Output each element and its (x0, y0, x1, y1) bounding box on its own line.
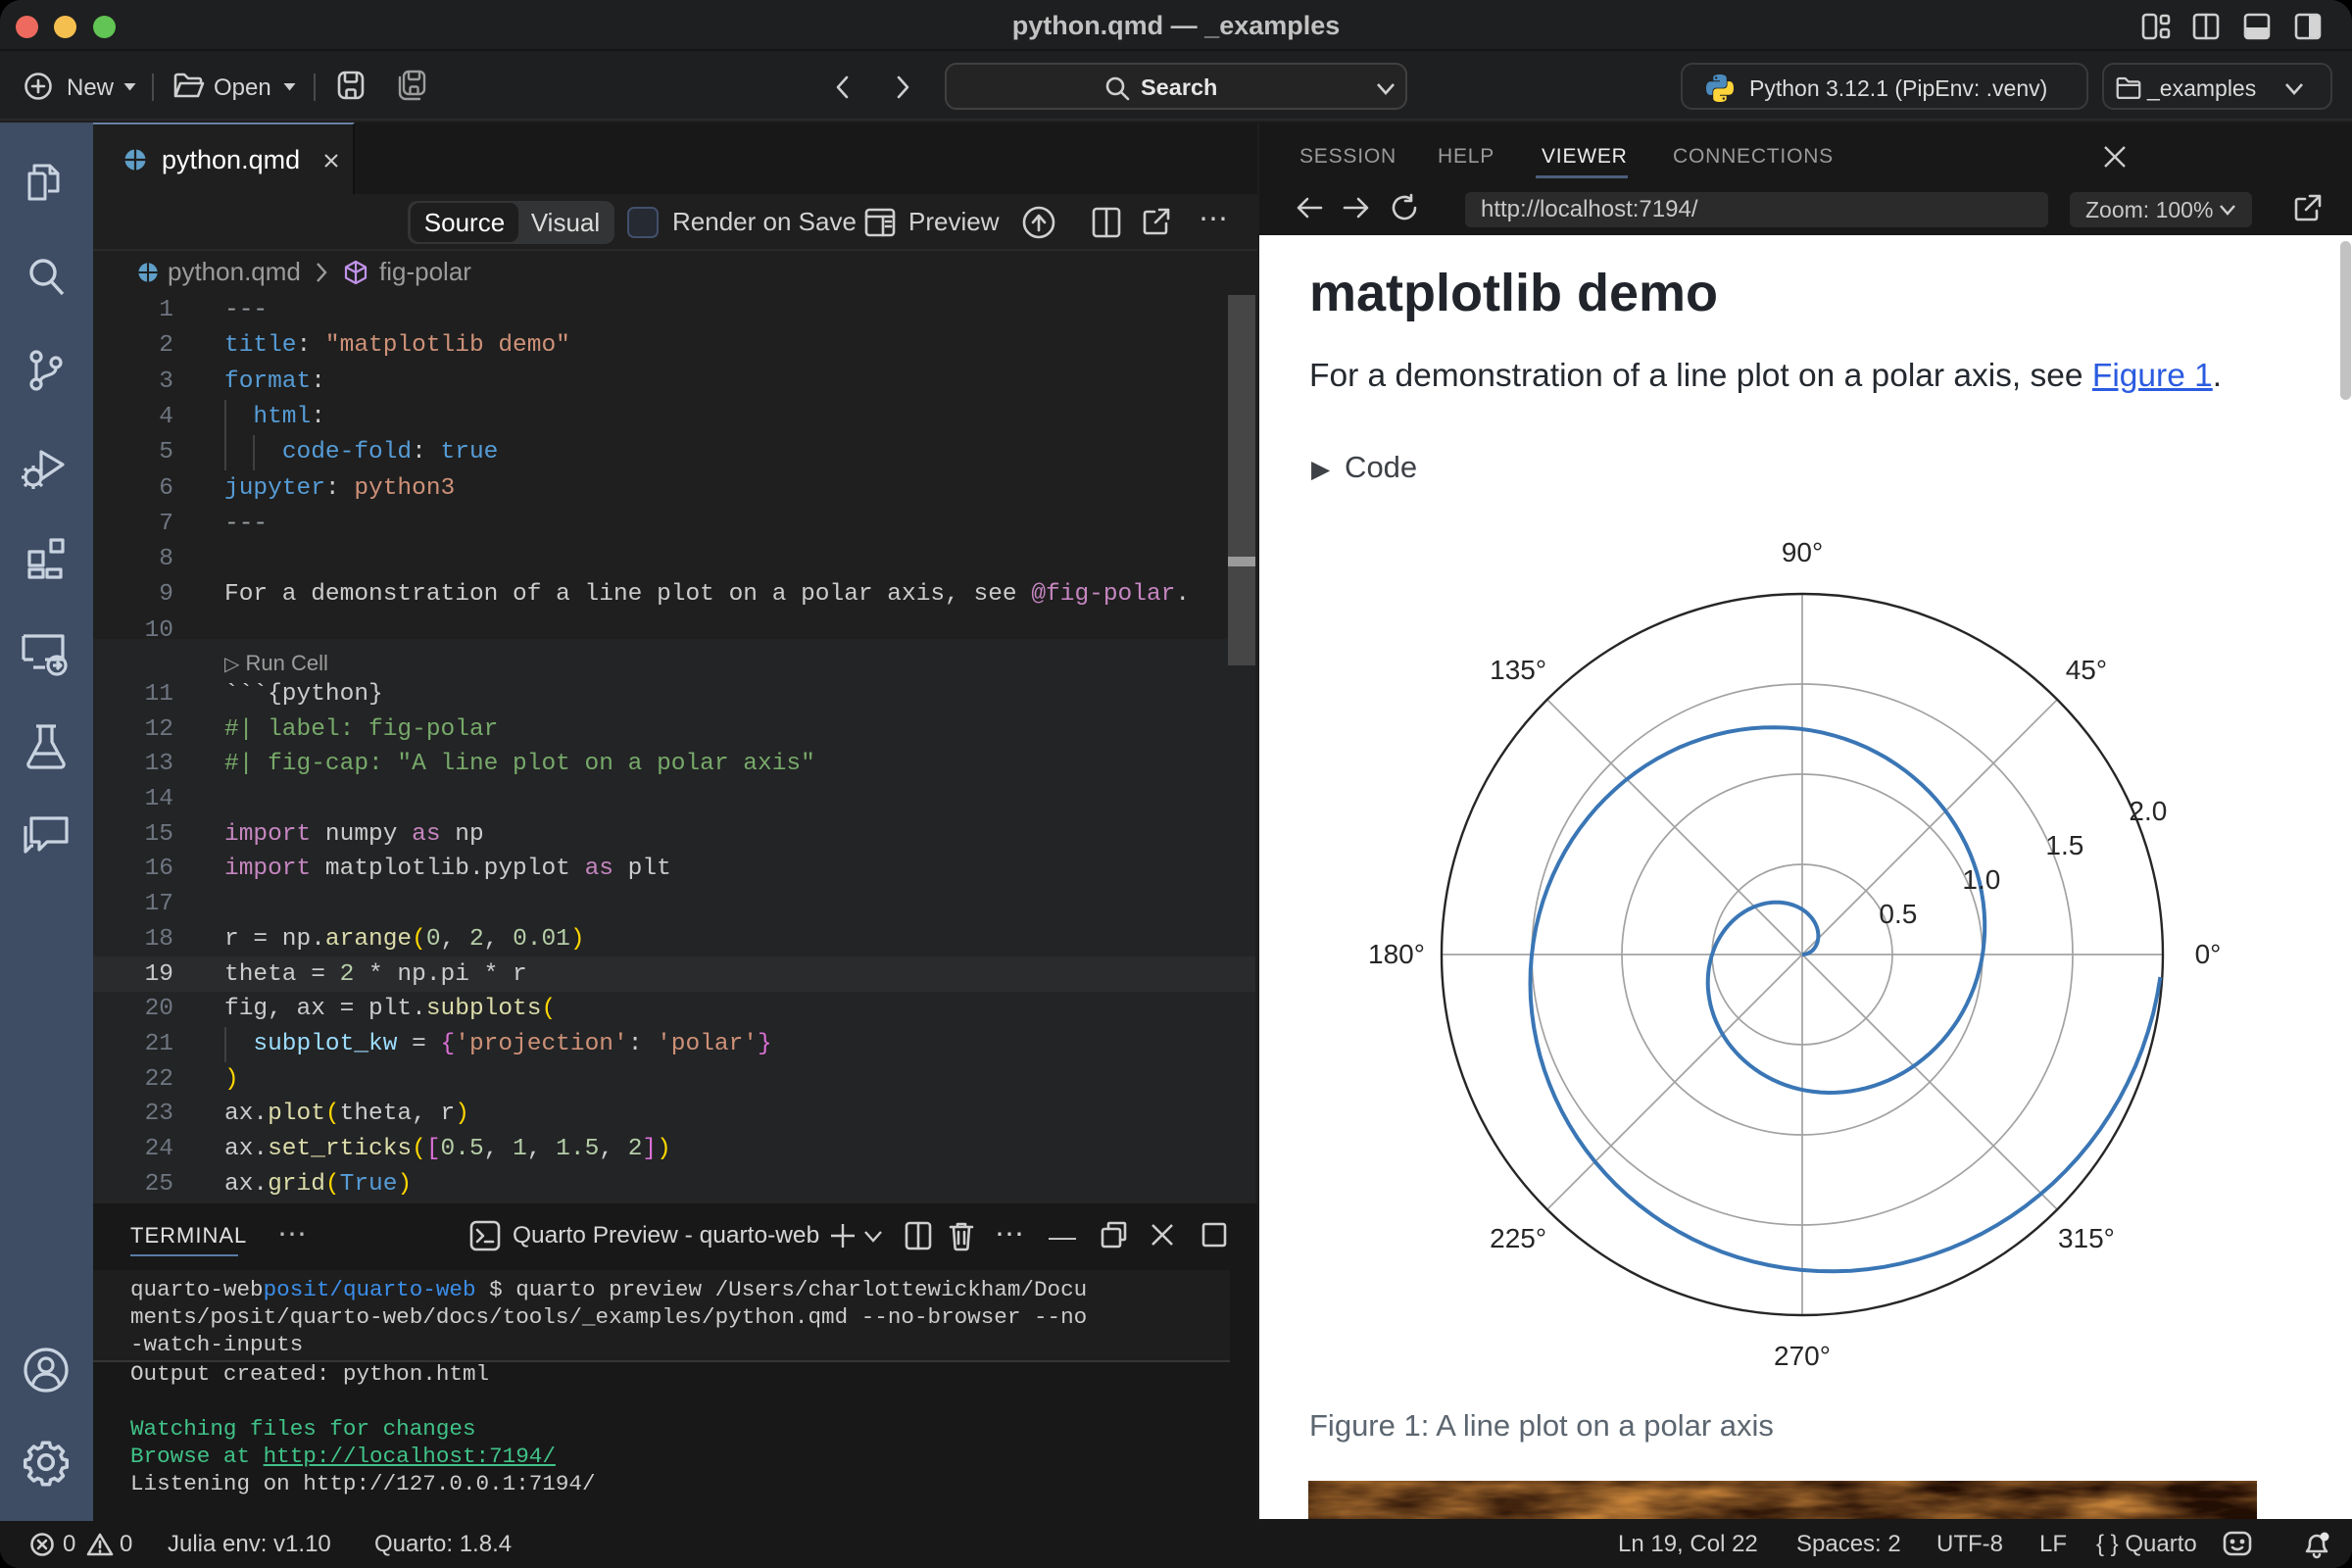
svg-text:135°: 135° (1490, 655, 1546, 685)
svg-text:2.0: 2.0 (2129, 796, 2167, 826)
svg-text:0°: 0° (2195, 939, 2222, 969)
svg-text:1.0: 1.0 (1962, 864, 2000, 895)
svg-text:90°: 90° (1782, 537, 1823, 567)
svg-text:270°: 270° (1774, 1341, 1831, 1371)
svg-text:1.5: 1.5 (2045, 830, 2083, 860)
svg-text:180°: 180° (1368, 939, 1425, 969)
svg-text:315°: 315° (2058, 1223, 2115, 1253)
svg-text:45°: 45° (2066, 655, 2107, 685)
svg-text:225°: 225° (1490, 1223, 1546, 1253)
svg-text:0.5: 0.5 (1879, 899, 1917, 929)
